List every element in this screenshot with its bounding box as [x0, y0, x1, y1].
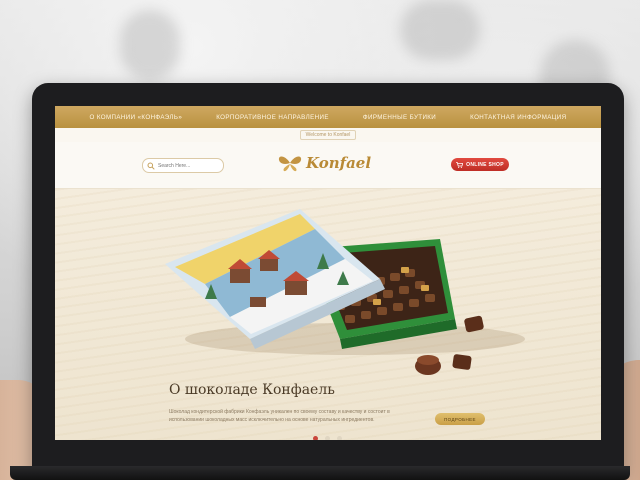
butterfly-logo-icon: [278, 156, 302, 172]
search-input[interactable]: [158, 162, 218, 169]
hero-slider: О шоколаде Конфаель Шоколад кондитерской…: [55, 189, 601, 440]
konfael-logo[interactable]: Konfael: [277, 154, 371, 172]
logo-text: Konfael: [306, 154, 372, 172]
website-screen: О КОМПАНИИ «КОНФАЭЛЬ» КОРПОРАТИВНОЕ НАПР…: [55, 106, 601, 440]
welcome-bar: Welcome to Konfael: [55, 128, 601, 142]
more-button[interactable]: ПОДРОБНЕЕ: [435, 413, 485, 425]
welcome-text: Welcome to Konfael: [299, 130, 357, 140]
search-icon[interactable]: [147, 162, 155, 170]
nav-item-about[interactable]: О КОМПАНИИ «КОНФАЭЛЬ»: [89, 114, 182, 121]
chocolate-box-image: [165, 209, 525, 375]
shirt-fold: [400, 0, 480, 60]
hero-title: О шоколаде Конфаель: [169, 382, 335, 398]
slider-dot[interactable]: [337, 436, 342, 440]
nav-item-corporate[interactable]: КОРПОРАТИВНОЕ НАПРАВЛЕНИЕ: [216, 114, 329, 121]
top-navigation: О КОМПАНИИ «КОНФАЭЛЬ» КОРПОРАТИВНОЕ НАПР…: [55, 106, 601, 128]
laptop-base: [10, 466, 630, 480]
slider-dot[interactable]: [313, 436, 318, 440]
shirt-fold: [120, 10, 180, 80]
search-box[interactable]: [142, 158, 224, 173]
site-header: Konfael ONLINE SHOP: [55, 142, 601, 189]
slider-dots: [313, 436, 342, 440]
online-shop-label: ONLINE SHOP: [466, 161, 504, 168]
online-shop-button[interactable]: ONLINE SHOP: [451, 158, 509, 171]
cart-icon: [456, 161, 464, 168]
hero-description: Шоколад кондитерской фабрики Конфаэль ун…: [169, 409, 390, 423]
nav-item-contacts[interactable]: КОНТАКТНАЯ ИНФОРМАЦИЯ: [470, 114, 566, 121]
nav-item-boutiques[interactable]: ФИРМЕННЫЕ БУТИКИ: [363, 114, 436, 121]
slider-dot[interactable]: [325, 436, 330, 440]
